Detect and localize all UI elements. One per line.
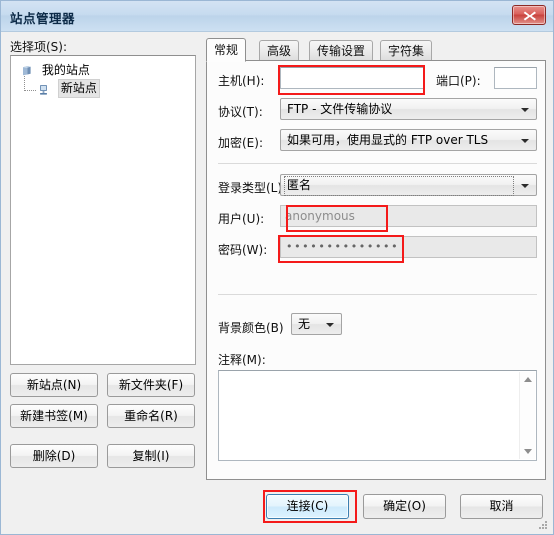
cancel-button[interactable]: 取消 xyxy=(460,494,543,519)
scroll-down-icon[interactable] xyxy=(524,449,532,454)
new-bookmark-button[interactable]: 新建书签(M) xyxy=(10,404,98,428)
sites-tree[interactable]: 我的站点 新站点 xyxy=(10,55,196,365)
comments-textarea[interactable] xyxy=(218,370,537,461)
user-input[interactable] xyxy=(280,205,537,227)
tab-charset[interactable]: 字符集 xyxy=(380,40,433,61)
tree-connector xyxy=(24,76,36,91)
encryption-value: 如果可用，使用显式的 FTP over TLS xyxy=(287,133,489,147)
background-color-value: 无 xyxy=(298,317,311,331)
port-label: 端口(P): xyxy=(436,74,481,88)
duplicate-button[interactable]: 复制(I) xyxy=(107,444,195,468)
user-label: 用户(U): xyxy=(218,212,265,226)
password-label: 密码(W): xyxy=(218,243,268,257)
close-x-glyph xyxy=(523,11,536,21)
protocol-label: 协议(T): xyxy=(218,105,263,119)
close-icon[interactable] xyxy=(512,5,546,25)
new-site-button[interactable]: 新站点(N) xyxy=(10,373,98,397)
chevron-down-icon xyxy=(521,184,529,188)
tab-transfer-settings[interactable]: 传输设置 xyxy=(309,40,374,61)
logon-type-value: 匿名 xyxy=(284,176,514,196)
password-masked-value: •••••••••••••• xyxy=(286,240,400,253)
tree-item-new-site[interactable]: 新站点 xyxy=(11,76,195,102)
encryption-label: 加密(E): xyxy=(218,136,263,150)
site-manager-dialog: 站点管理器 选择项(S): 我的站点 新站点 新站点(N) 新文件夹(F) 新建… xyxy=(0,0,554,535)
password-input[interactable]: •••••••••••••• xyxy=(280,236,537,258)
tree-item-label: 我的站点 xyxy=(41,63,90,77)
protocol-value: FTP - 文件传输协议 xyxy=(287,102,393,116)
chevron-down-icon xyxy=(521,108,529,112)
delete-button[interactable]: 删除(D) xyxy=(10,444,98,468)
tab-bar: 常规 高级 传输设置 字符集 xyxy=(206,38,546,62)
tab-general[interactable]: 常规 xyxy=(206,38,247,62)
server-icon xyxy=(37,83,50,102)
title-bar: 站点管理器 xyxy=(1,1,553,32)
background-color-label: 背景颜色(B) xyxy=(218,321,284,335)
logon-type-select[interactable]: 匿名 xyxy=(280,174,537,196)
rename-button[interactable]: 重命名(R) xyxy=(107,404,195,428)
window-title: 站点管理器 xyxy=(10,11,76,26)
resize-grip-icon[interactable] xyxy=(537,519,549,531)
ok-button[interactable]: 确定(O) xyxy=(363,494,446,519)
connect-button[interactable]: 连接(C) xyxy=(266,494,349,519)
port-input[interactable] xyxy=(494,67,537,89)
select-entry-label: 选择项(S): xyxy=(10,40,68,54)
new-folder-button[interactable]: 新文件夹(F) xyxy=(107,373,195,397)
tree-item-label: 新站点 xyxy=(57,79,100,98)
logon-type-label: 登录类型(L): xyxy=(218,181,287,195)
tab-advanced[interactable]: 高级 xyxy=(259,40,300,61)
divider-top xyxy=(218,163,537,164)
encryption-select[interactable]: 如果可用，使用显式的 FTP over TLS xyxy=(280,129,537,151)
divider-bottom xyxy=(218,294,537,295)
scroll-up-icon[interactable] xyxy=(524,377,532,382)
host-label: 主机(H): xyxy=(218,74,265,88)
general-tab-panel: 主机(H): 端口(P): 协议(T): FTP - 文件传输协议 加密(E):… xyxy=(206,60,546,480)
chevron-down-icon xyxy=(521,139,529,143)
chevron-down-icon xyxy=(326,323,334,327)
protocol-select[interactable]: FTP - 文件传输协议 xyxy=(280,98,537,120)
comments-label: 注释(M): xyxy=(218,353,266,367)
comments-scrollbar[interactable] xyxy=(519,372,535,459)
host-input[interactable] xyxy=(280,67,424,89)
background-color-select[interactable]: 无 xyxy=(291,313,342,335)
tree-item-my-sites[interactable]: 我的站点 xyxy=(11,61,195,80)
